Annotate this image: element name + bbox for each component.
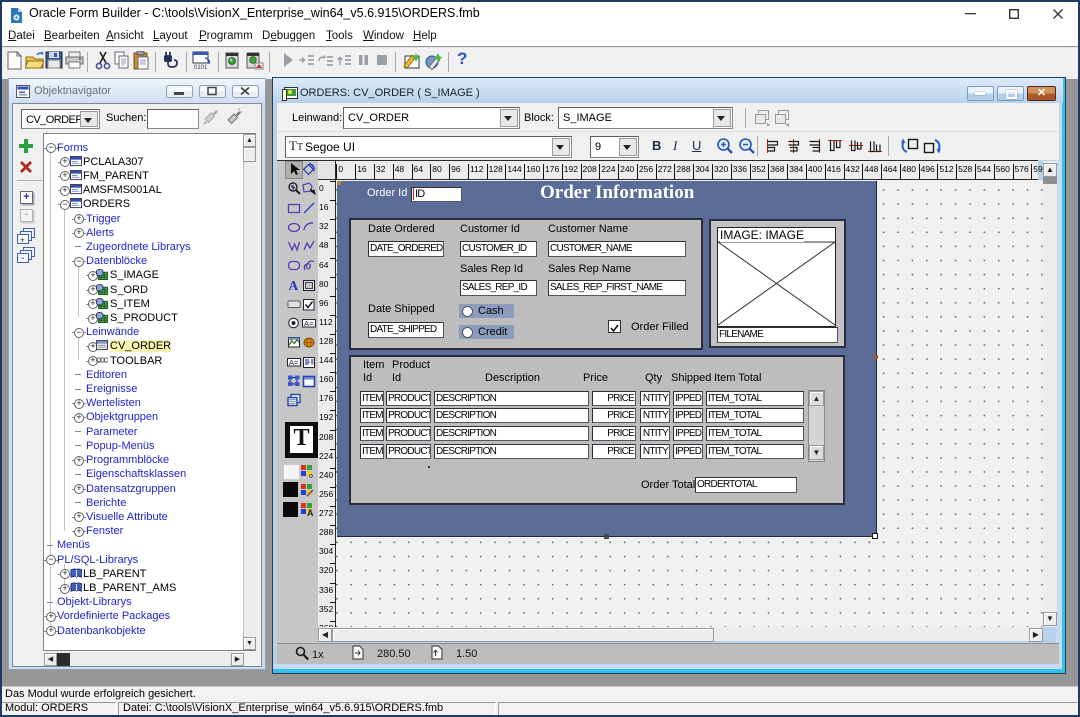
svg-text:-: - bbox=[21, 253, 24, 264]
svg-text:A: A bbox=[289, 278, 299, 292]
svg-text:A: A bbox=[307, 508, 314, 516]
svg-text:+: + bbox=[20, 236, 25, 245]
svg-text:A=: A= bbox=[289, 358, 299, 367]
svg-text:o: o bbox=[309, 473, 313, 478]
svg-text:A=: A= bbox=[304, 319, 314, 328]
svg-text:0101: 0101 bbox=[194, 65, 208, 70]
